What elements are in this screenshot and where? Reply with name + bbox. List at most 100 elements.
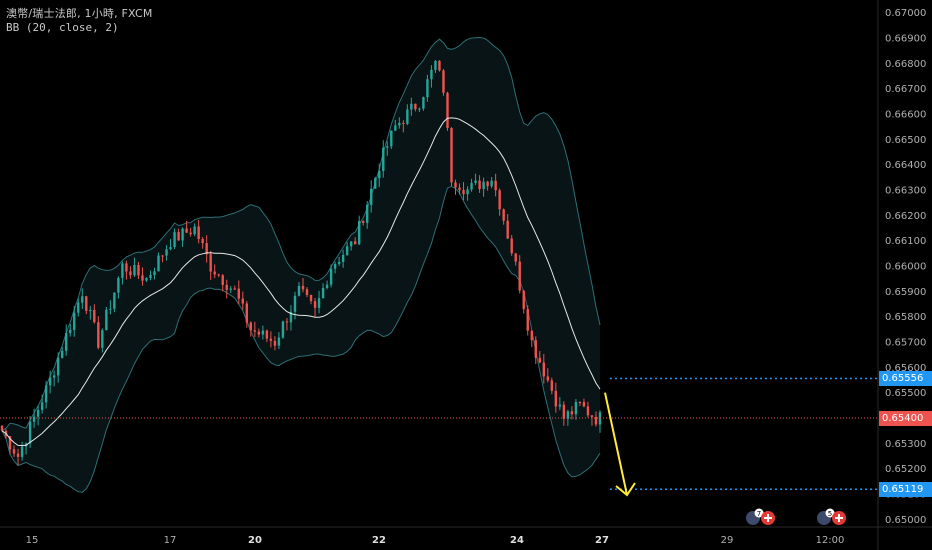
economic-event-badge-1[interactable]: 7 — [745, 508, 775, 526]
candle-body — [201, 239, 204, 244]
horizontal-levels — [0, 377, 878, 490]
candle-body — [514, 253, 517, 262]
candle-body — [434, 60, 437, 70]
candle-body — [454, 182, 457, 188]
x-tick-label: 22 — [372, 535, 386, 546]
candle-body — [73, 312, 76, 330]
candle-body — [121, 263, 124, 278]
candle-body — [52, 375, 56, 378]
price-axis[interactable]: 0.67000 0.66900 0.66800 0.66700 0.66600 0.665… — [885, 8, 926, 526]
candle-body — [502, 209, 505, 221]
candle-body — [32, 416, 36, 422]
candle-body — [402, 122, 405, 124]
candle-body — [498, 190, 501, 210]
candle-body — [145, 277, 148, 281]
band-area — [2, 37, 600, 493]
y-tick-label: 0.66700 — [885, 84, 926, 95]
candle-body — [237, 288, 240, 299]
candle-body — [12, 449, 16, 454]
y-tick-label: 0.66900 — [885, 34, 926, 45]
candle-body — [277, 337, 281, 346]
candle-body — [474, 180, 477, 183]
candle-body — [44, 385, 48, 403]
candle-body — [554, 390, 558, 407]
candle-body — [438, 60, 441, 71]
y-tick-label: 0.65500 — [885, 388, 926, 399]
candle-body — [229, 288, 232, 290]
candle-body — [157, 255, 160, 272]
candle-body — [233, 288, 236, 290]
candle-body — [297, 285, 301, 296]
projection-arrow — [604, 392, 636, 497]
candle-body — [374, 178, 377, 189]
candle — [105, 306, 108, 331]
candle-body — [61, 350, 64, 358]
y-tick-label: 0.66500 — [885, 135, 926, 146]
x-tick-label: 24 — [510, 535, 524, 546]
candle-body — [394, 125, 397, 131]
candle-body — [36, 409, 40, 417]
symbol-title[interactable]: 澳幣/瑞士法郎, 1小時, FXCM — [6, 5, 153, 21]
y-tick-label: 0.66800 — [885, 59, 926, 70]
y-tick-label: 0.66000 — [885, 262, 926, 273]
price-tag-last-price: 0.65400 — [879, 410, 932, 426]
candle-body — [285, 321, 289, 323]
candle-body — [245, 303, 249, 323]
candle-body — [177, 232, 180, 241]
y-tick-label: 0.65700 — [885, 338, 926, 349]
candle-body — [558, 404, 562, 407]
candle-body — [422, 97, 425, 109]
candle — [357, 215, 361, 246]
candle — [450, 127, 453, 187]
indicator-legend[interactable]: BB (20, close, 2) — [6, 21, 119, 34]
event-count: 5 — [828, 510, 832, 518]
candle-body — [414, 103, 417, 110]
economic-event-badge-2[interactable]: 5 — [816, 508, 846, 526]
candle-body — [249, 322, 253, 331]
candle-body — [281, 321, 285, 338]
candle-body — [410, 103, 413, 110]
candle-body — [217, 274, 220, 276]
candle — [390, 130, 393, 150]
candle-body — [173, 232, 176, 248]
candle-body — [450, 127, 453, 183]
candle — [0, 425, 4, 432]
candle-body — [89, 310, 92, 312]
candle-body — [265, 330, 269, 339]
candle-body — [185, 228, 188, 233]
candle-body — [470, 182, 473, 190]
candle-body — [225, 284, 228, 290]
candle-body — [353, 241, 357, 245]
candle-body — [317, 298, 321, 308]
candle-body — [97, 322, 100, 348]
candle-body — [430, 69, 433, 80]
candle-body — [241, 298, 244, 304]
candle-body — [221, 275, 224, 285]
candle-body — [542, 362, 545, 377]
candle — [526, 305, 529, 336]
candle-body — [193, 226, 196, 235]
candle — [281, 320, 285, 339]
y-tick-label: 0.66300 — [885, 186, 926, 197]
candle-body — [20, 446, 24, 457]
candle-body — [101, 330, 104, 348]
candle-body — [56, 357, 60, 376]
price-chart[interactable]: 0.67000 0.66900 0.66800 0.66700 0.66600 0.665… — [0, 0, 932, 550]
y-tick-label: 0.66100 — [885, 236, 926, 247]
candle-body — [494, 180, 497, 191]
candle-body — [518, 261, 521, 291]
candle-body — [562, 404, 566, 419]
x-tick-label: 29 — [721, 535, 734, 546]
y-tick-label: 0.65000 — [885, 515, 926, 526]
candle-body — [510, 238, 513, 254]
y-tick-label: 0.65200 — [885, 464, 926, 475]
candle-body — [386, 146, 389, 148]
time-axis[interactable]: 15 17 20 22 24 27 29 12:00 — [26, 535, 845, 546]
candle-body — [0, 425, 4, 431]
candle-body — [418, 108, 421, 110]
candle-body — [117, 277, 120, 293]
candle-body — [253, 330, 257, 332]
arrow-shaft — [604, 392, 628, 496]
candle-body — [398, 122, 401, 126]
candle-body — [149, 274, 152, 278]
